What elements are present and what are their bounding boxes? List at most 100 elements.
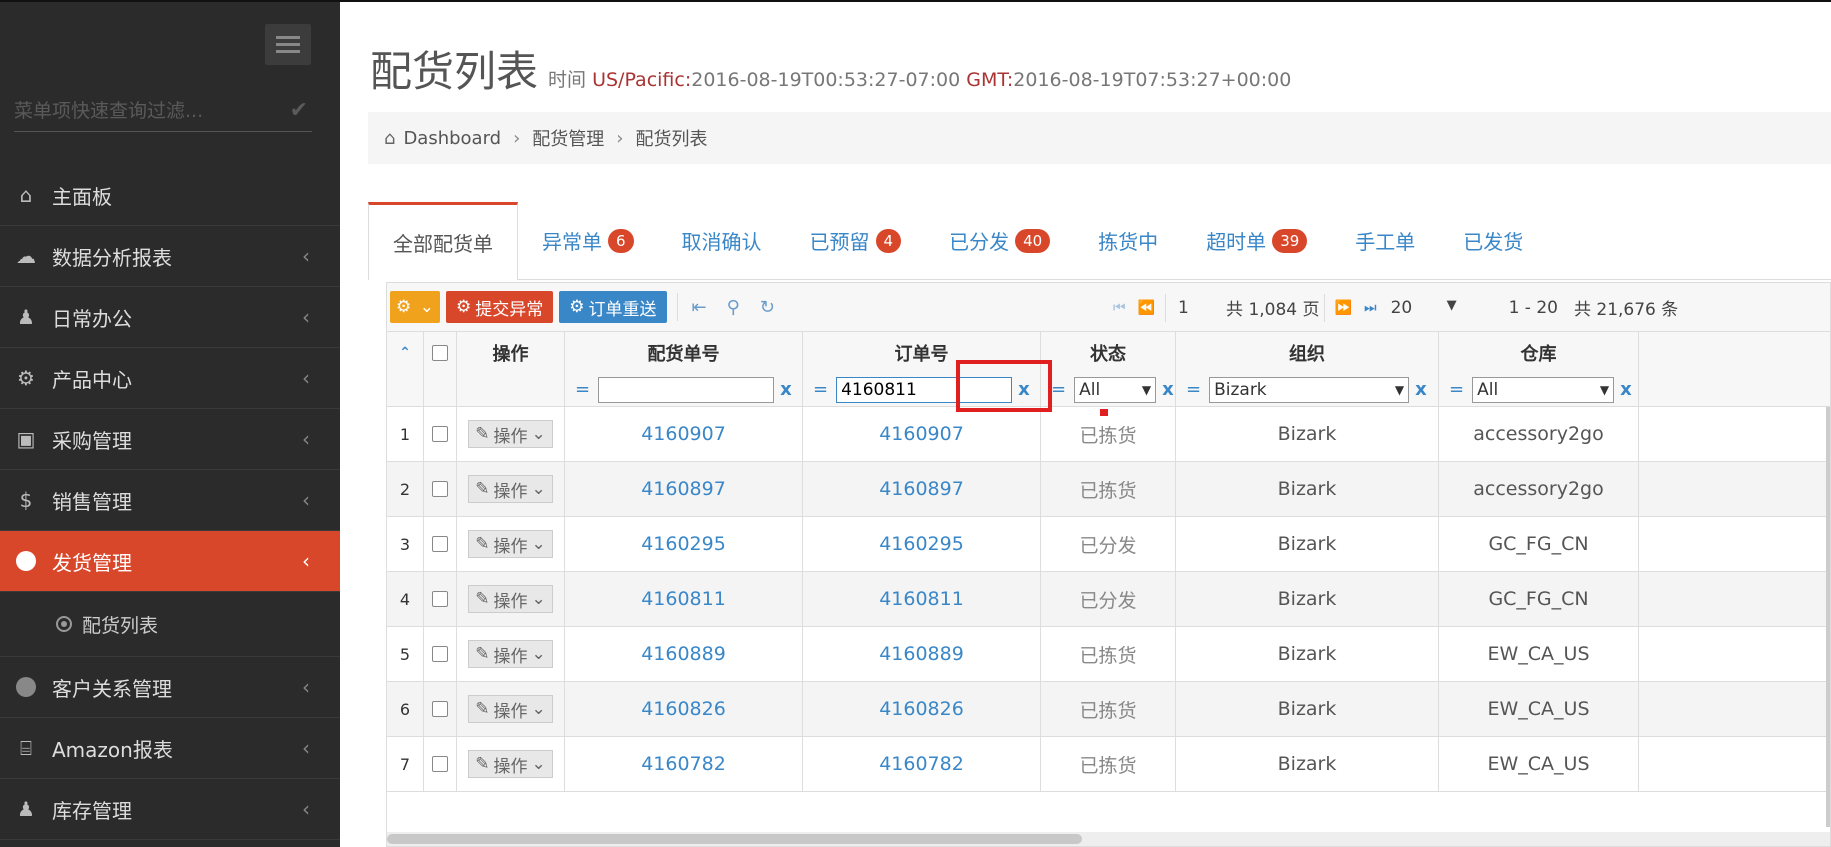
row-checkbox[interactable] <box>432 646 448 662</box>
chevron-left-icon: ‹ <box>302 244 310 268</box>
resend-order-button[interactable]: ⚙ 订单重送 <box>559 291 667 323</box>
row-checkbox[interactable] <box>432 426 448 442</box>
warehouse-cell: GC_FG_CN <box>1439 517 1639 571</box>
equals-operator[interactable]: = <box>1186 379 1201 400</box>
alloc-no-link[interactable]: 4160907 <box>565 407 803 461</box>
col-header-status[interactable]: 状态 <box>1041 332 1176 373</box>
table-row[interactable]: 7 ✎ 操作 ⌄ 4160782 4160782 已拣货 Bizark EW_CA_US <box>387 737 1830 792</box>
check-icon[interactable]: ✔ <box>290 98 308 123</box>
equals-operator[interactable]: = <box>1449 379 1464 400</box>
select-all-checkbox[interactable] <box>432 344 448 361</box>
sidebar-item-2[interactable]: ♟ 日常办公 ‹ <box>0 287 340 348</box>
tab-2[interactable]: 取消确认 <box>658 202 786 279</box>
last-page-icon[interactable]: ⏭ <box>1364 300 1377 316</box>
breadcrumb-dashboard[interactable]: Dashboard <box>403 128 501 149</box>
alloc-no-filter-input[interactable] <box>598 376 775 403</box>
alloc-no-link[interactable]: 4160889 <box>565 627 803 681</box>
row-action-button[interactable]: ✎ 操作 ⌄ <box>468 695 553 723</box>
row-checkbox[interactable] <box>432 701 448 717</box>
page-number-input[interactable]: 1 <box>1178 298 1214 318</box>
sort-toggle[interactable]: ⌃ <box>387 332 424 373</box>
tab-8[interactable]: 已发货 <box>1439 202 1547 279</box>
circle-icon <box>0 677 52 697</box>
settings-dropdown-button[interactable]: ⚙ ⌄ <box>390 291 440 323</box>
horizontal-scrollbar-thumb[interactable] <box>387 834 1082 844</box>
order-no-link[interactable]: 4160907 <box>803 407 1041 461</box>
sidebar-item-0[interactable]: ⌂ 主面板 <box>0 165 340 226</box>
alloc-no-link[interactable]: 4160826 <box>565 682 803 736</box>
next-page-icon[interactable]: ⏩ <box>1335 300 1352 316</box>
row-checkbox[interactable] <box>432 481 448 497</box>
alloc-no-link[interactable]: 4160295 <box>565 517 803 571</box>
table-row[interactable]: 2 ✎ 操作 ⌄ 4160897 4160897 已拣货 Bizark accessory2go <box>387 462 1830 517</box>
order-no-link[interactable]: 4160782 <box>803 737 1041 791</box>
submit-exception-button[interactable]: ⚙ 提交异常 <box>446 291 554 323</box>
col-header-org[interactable]: 组织 <box>1176 332 1439 373</box>
sidebar-item-8[interactable]: ⌸ Amazon报表 ‹ <box>0 718 340 779</box>
row-action-button[interactable]: ✎ 操作 ⌄ <box>468 585 553 613</box>
org-filter-select[interactable]: Bizark ▼ <box>1209 376 1410 403</box>
tab-1[interactable]: 异常单 6 <box>518 202 658 279</box>
vertical-scrollbar[interactable] <box>1826 407 1830 827</box>
sidebar-item-7[interactable]: 客户关系管理 ‹ <box>0 657 340 718</box>
table-row[interactable]: 1 ✎ 操作 ⌄ 4160907 4160907 已拣货 Bizark accessory2go <box>387 407 1830 462</box>
alloc-no-link[interactable]: 4160811 <box>565 572 803 626</box>
page-size-select[interactable]: 20 ▼ <box>1391 298 1457 318</box>
order-no-link[interactable]: 4160897 <box>803 462 1041 516</box>
sidebar-subitem-allocation-list[interactable]: 配货列表 <box>0 592 340 657</box>
order-no-link[interactable]: 4160811 <box>803 572 1041 626</box>
warehouse-filter-select[interactable]: All ▼ <box>1472 376 1615 403</box>
sidebar-item-4[interactable]: ▣ 采购管理 ‹ <box>0 409 340 470</box>
first-column-icon[interactable]: ⇤ <box>692 297 707 318</box>
sidebar-item-5[interactable]: $ 销售管理 ‹ <box>0 470 340 531</box>
table-row[interactable]: 4 ✎ 操作 ⌄ 4160811 4160811 已分发 Bizark GC_FG_CN <box>387 572 1830 627</box>
equals-operator[interactable]: = <box>813 379 828 400</box>
menu-toggle-button[interactable] <box>265 24 311 65</box>
clear-filter-button[interactable]: x <box>780 379 792 400</box>
row-action-button[interactable]: ✎ 操作 ⌄ <box>468 640 553 668</box>
status-filter-select[interactable]: All ▼ <box>1074 376 1157 403</box>
row-checkbox[interactable] <box>432 536 448 552</box>
table-row[interactable]: 6 ✎ 操作 ⌄ 4160826 4160826 已拣货 Bizark EW_CA_US <box>387 682 1830 737</box>
prev-page-icon[interactable]: ⏪ <box>1138 300 1155 316</box>
col-header-warehouse[interactable]: 仓库 <box>1439 332 1639 373</box>
row-action-button[interactable]: ✎ 操作 ⌄ <box>468 530 553 558</box>
equals-operator[interactable]: = <box>1051 379 1066 400</box>
tab-3[interactable]: 已预留 4 <box>786 202 926 279</box>
clear-filter-button[interactable]: x <box>1415 379 1427 400</box>
row-action-button[interactable]: ✎ 操作 ⌄ <box>468 420 553 448</box>
col-header-order-no[interactable]: 订单号 <box>803 332 1041 373</box>
clear-filter-button[interactable]: x <box>1018 379 1030 400</box>
row-checkbox[interactable] <box>432 756 448 772</box>
tab-6[interactable]: 超时单 39 <box>1182 202 1331 279</box>
alloc-no-link[interactable]: 4160782 <box>565 737 803 791</box>
search-icon[interactable]: ⚲ <box>727 297 740 318</box>
sidebar-item-6[interactable]: 发货管理 ‹ <box>0 531 340 592</box>
table-row[interactable]: 3 ✎ 操作 ⌄ 4160295 4160295 已分发 Bizark GC_FG_CN <box>387 517 1830 572</box>
col-header-alloc-no[interactable]: 配货单号 <box>565 332 803 373</box>
sidebar-item-1[interactable]: ☁ 数据分析报表 ‹ <box>0 226 340 287</box>
breadcrumb-shipping[interactable]: 配货管理 <box>532 125 604 151</box>
alloc-no-link[interactable]: 4160897 <box>565 462 803 516</box>
tab-5[interactable]: 拣货中 <box>1074 202 1182 279</box>
tab-0[interactable]: 全部配货单 <box>368 202 518 280</box>
first-page-icon[interactable]: ⏮ <box>1113 300 1126 316</box>
refresh-icon[interactable]: ↻ <box>760 297 775 318</box>
row-action-button[interactable]: ✎ 操作 ⌄ <box>468 750 553 778</box>
row-checkbox[interactable] <box>432 591 448 607</box>
row-action-button[interactable]: ✎ 操作 ⌄ <box>468 475 553 503</box>
equals-operator[interactable]: = <box>575 379 590 400</box>
order-no-link[interactable]: 4160826 <box>803 682 1041 736</box>
order-no-link[interactable]: 4160295 <box>803 517 1041 571</box>
order-no-link[interactable]: 4160889 <box>803 627 1041 681</box>
order-no-filter-input[interactable] <box>836 376 1013 403</box>
clear-filter-button[interactable]: x <box>1620 379 1632 400</box>
clear-filter-button[interactable]: x <box>1162 379 1174 400</box>
sidebar-item-3[interactable]: ⚙ 产品中心 ‹ <box>0 348 340 409</box>
tab-4[interactable]: 已分发 40 <box>925 202 1074 279</box>
menu-filter-input[interactable] <box>14 99 264 122</box>
table-row[interactable]: 5 ✎ 操作 ⌄ 4160889 4160889 已拣货 Bizark EW_CA_US <box>387 627 1830 682</box>
sidebar-item-9[interactable]: ♟ 库存管理 ‹ <box>0 779 340 840</box>
horizontal-scrollbar[interactable] <box>387 832 1830 846</box>
tab-7[interactable]: 手工单 <box>1331 202 1439 279</box>
